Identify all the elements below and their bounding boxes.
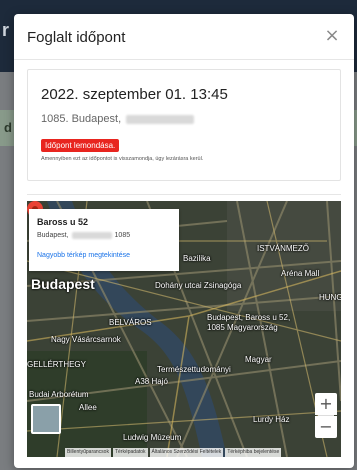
- map-label-bazilika: Bazilika: [183, 254, 211, 263]
- map-label-allee: Allee: [79, 403, 97, 412]
- map-label-lurdy: Lurdy Ház: [253, 415, 290, 424]
- cancel-note: Amennyiben ezt az időpontot is visszamon…: [41, 156, 204, 162]
- map-label-arena-mall: Aréna Mall: [281, 269, 320, 278]
- attrib-report[interactable]: Térképhiba bejelentése: [225, 448, 282, 457]
- address-prefix: 1085. Budapest,: [41, 113, 122, 125]
- background-band-text: d: [4, 120, 12, 135]
- map-label-gellerthegy: GELLÉRTHEGY: [27, 360, 86, 369]
- map-label-dohany: Dohány utcai Zsinagóga: [155, 281, 242, 290]
- map-label-a38: A38 Hajó: [135, 377, 168, 386]
- map-label-belvaros: BELVÁROS: [109, 318, 152, 327]
- popup-postcode: 1085: [114, 232, 131, 239]
- larger-map-link[interactable]: Nagyobb térkép megtekintése: [37, 252, 130, 259]
- popup-redacted: [71, 232, 112, 239]
- map-label-vasarcsarnok: Nagy Vásárcsarnok: [51, 335, 121, 344]
- map-label-pin-2: 1085 Magyarország: [207, 323, 278, 332]
- popup-street: Baross u 52: [37, 217, 89, 227]
- map-label-arboretum: Budai Arborétum: [29, 390, 89, 399]
- attrib-mapdata[interactable]: Térképadatok: [112, 448, 148, 457]
- map-label-hung: HUNG: [319, 293, 341, 302]
- appointment-address: 1085. Budapest,: [41, 113, 195, 125]
- background-header-text: r: [2, 20, 10, 40]
- map-label-budapest: Budapest: [31, 276, 95, 292]
- attrib-shortcuts[interactable]: Billentyűparancsok: [65, 448, 111, 457]
- popup-city: Budapest, 1085: [37, 232, 130, 239]
- appointment-datetime: 2022. szeptember 01. 13:45: [41, 86, 228, 103]
- map-label-istvanmezo: ISTVÁNMEZŐ: [257, 244, 310, 253]
- map-label-pin-1: Budapest, Baross u 52,: [207, 313, 291, 322]
- map-label-magyar: Magyar: [245, 355, 272, 364]
- modal-header: Foglalt időpont ×: [14, 14, 354, 60]
- zoom-in-button[interactable]: +: [315, 393, 337, 415]
- map-attribution: Billentyűparancsok Térképadatok Általáno…: [65, 448, 282, 457]
- close-icon[interactable]: ×: [322, 26, 342, 46]
- map-label-termeszet: Természettudományi: [157, 365, 231, 374]
- map-section: Budapest Bazilika ISTVÁNMEZŐ Aréna Mall …: [27, 194, 341, 457]
- cancel-appointment-button[interactable]: Időpont lemondása.: [41, 139, 120, 152]
- popup-city-prefix: Budapest,: [37, 232, 69, 239]
- map-info-popup: Baross u 52 Budapest, 1085 Nagyobb térké…: [29, 209, 179, 271]
- zoom-out-button[interactable]: −: [315, 416, 337, 438]
- booked-appointment-modal: Foglalt időpont × 2022. szeptember 01. 1…: [14, 14, 354, 468]
- map-view[interactable]: Budapest Bazilika ISTVÁNMEZŐ Aréna Mall …: [27, 201, 341, 457]
- modal-title: Foglalt időpont: [27, 29, 126, 46]
- map-label-ludwig: Ludwig Múzeum: [123, 433, 182, 442]
- attrib-terms[interactable]: Általános Szerződési Feltételek: [149, 448, 224, 457]
- appointment-card: 2022. szeptember 01. 13:45 1085. Budapes…: [27, 69, 341, 181]
- redacted-address: [126, 114, 195, 124]
- map-type-thumbnail[interactable]: [31, 404, 61, 434]
